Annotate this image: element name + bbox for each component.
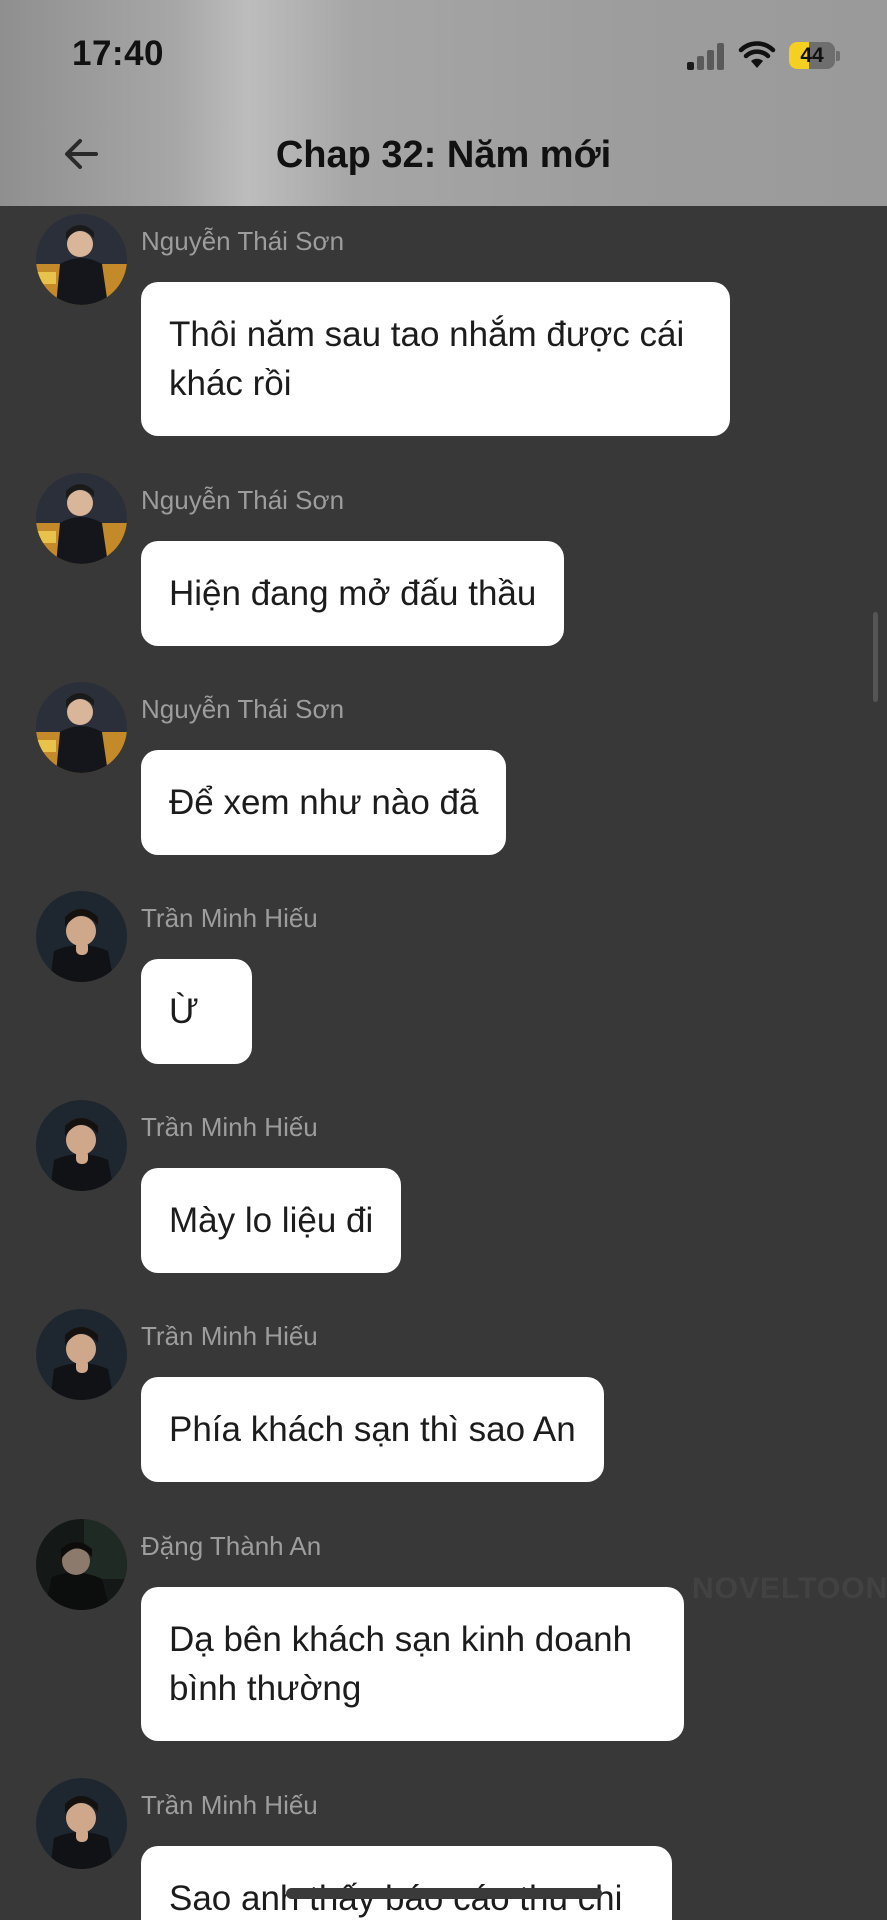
sender-name: Nguyễn Thái Sơn <box>141 694 345 724</box>
top-bar: 17:40 44 Chap 32: Năm mới <box>0 0 887 206</box>
sender-name: Đặng Thành An <box>141 1531 322 1561</box>
avatar[interactable] <box>36 682 127 773</box>
message-bubble[interactable]: Phía khách sạn thì sao An <box>141 1377 604 1482</box>
message-bubble[interactable]: Để xem như nào đã <box>141 750 507 855</box>
avatar[interactable] <box>36 214 127 305</box>
avatar[interactable] <box>36 891 127 982</box>
avatar[interactable] <box>36 1778 127 1869</box>
message-bubble[interactable]: Hiện đang mở đấu thầu <box>141 541 565 646</box>
wifi-icon <box>738 41 776 68</box>
sender-name: Trần Minh Hiếu <box>141 1790 318 1820</box>
avatar[interactable] <box>36 1309 127 1400</box>
watermark: NOVELTOON <box>692 1572 887 1605</box>
message-bubble[interactable]: Ừ <box>141 959 252 1064</box>
sender-name: Nguyễn Thái Sơn <box>141 485 345 515</box>
status-time: 17:40 <box>72 34 165 73</box>
page-title: Chap 32: Năm mới <box>275 134 612 176</box>
scrollbar[interactable] <box>873 612 878 702</box>
home-indicator <box>286 1888 602 1899</box>
battery-icon: 44 <box>789 42 841 69</box>
avatar[interactable] <box>36 473 127 564</box>
battery-level: 44 <box>800 44 824 67</box>
avatar[interactable] <box>36 1519 127 1610</box>
chat-list[interactable]: Nguyễn Thái Sơn Thôi năm sau tao nhắm đư… <box>0 206 887 1920</box>
message-bubble[interactable]: Thôi năm sau tao nhắm được cái khác rồi <box>141 282 730 436</box>
cellular-signal-icon <box>687 42 725 70</box>
message-bubble[interactable]: Dạ bên khách sạn kinh doanh bình thường <box>141 1587 684 1741</box>
avatar[interactable] <box>36 1100 127 1191</box>
message-bubble[interactable]: Mày lo liệu đi <box>141 1168 402 1273</box>
sender-name: Nguyễn Thái Sơn <box>141 226 345 256</box>
message-bubble[interactable]: Sao anh thấy báo cáo thu chi <box>141 1846 672 1920</box>
sender-name: Trần Minh Hiếu <box>141 903 318 933</box>
sender-name: Trần Minh Hiếu <box>141 1321 318 1351</box>
sender-name: Trần Minh Hiếu <box>141 1112 318 1142</box>
